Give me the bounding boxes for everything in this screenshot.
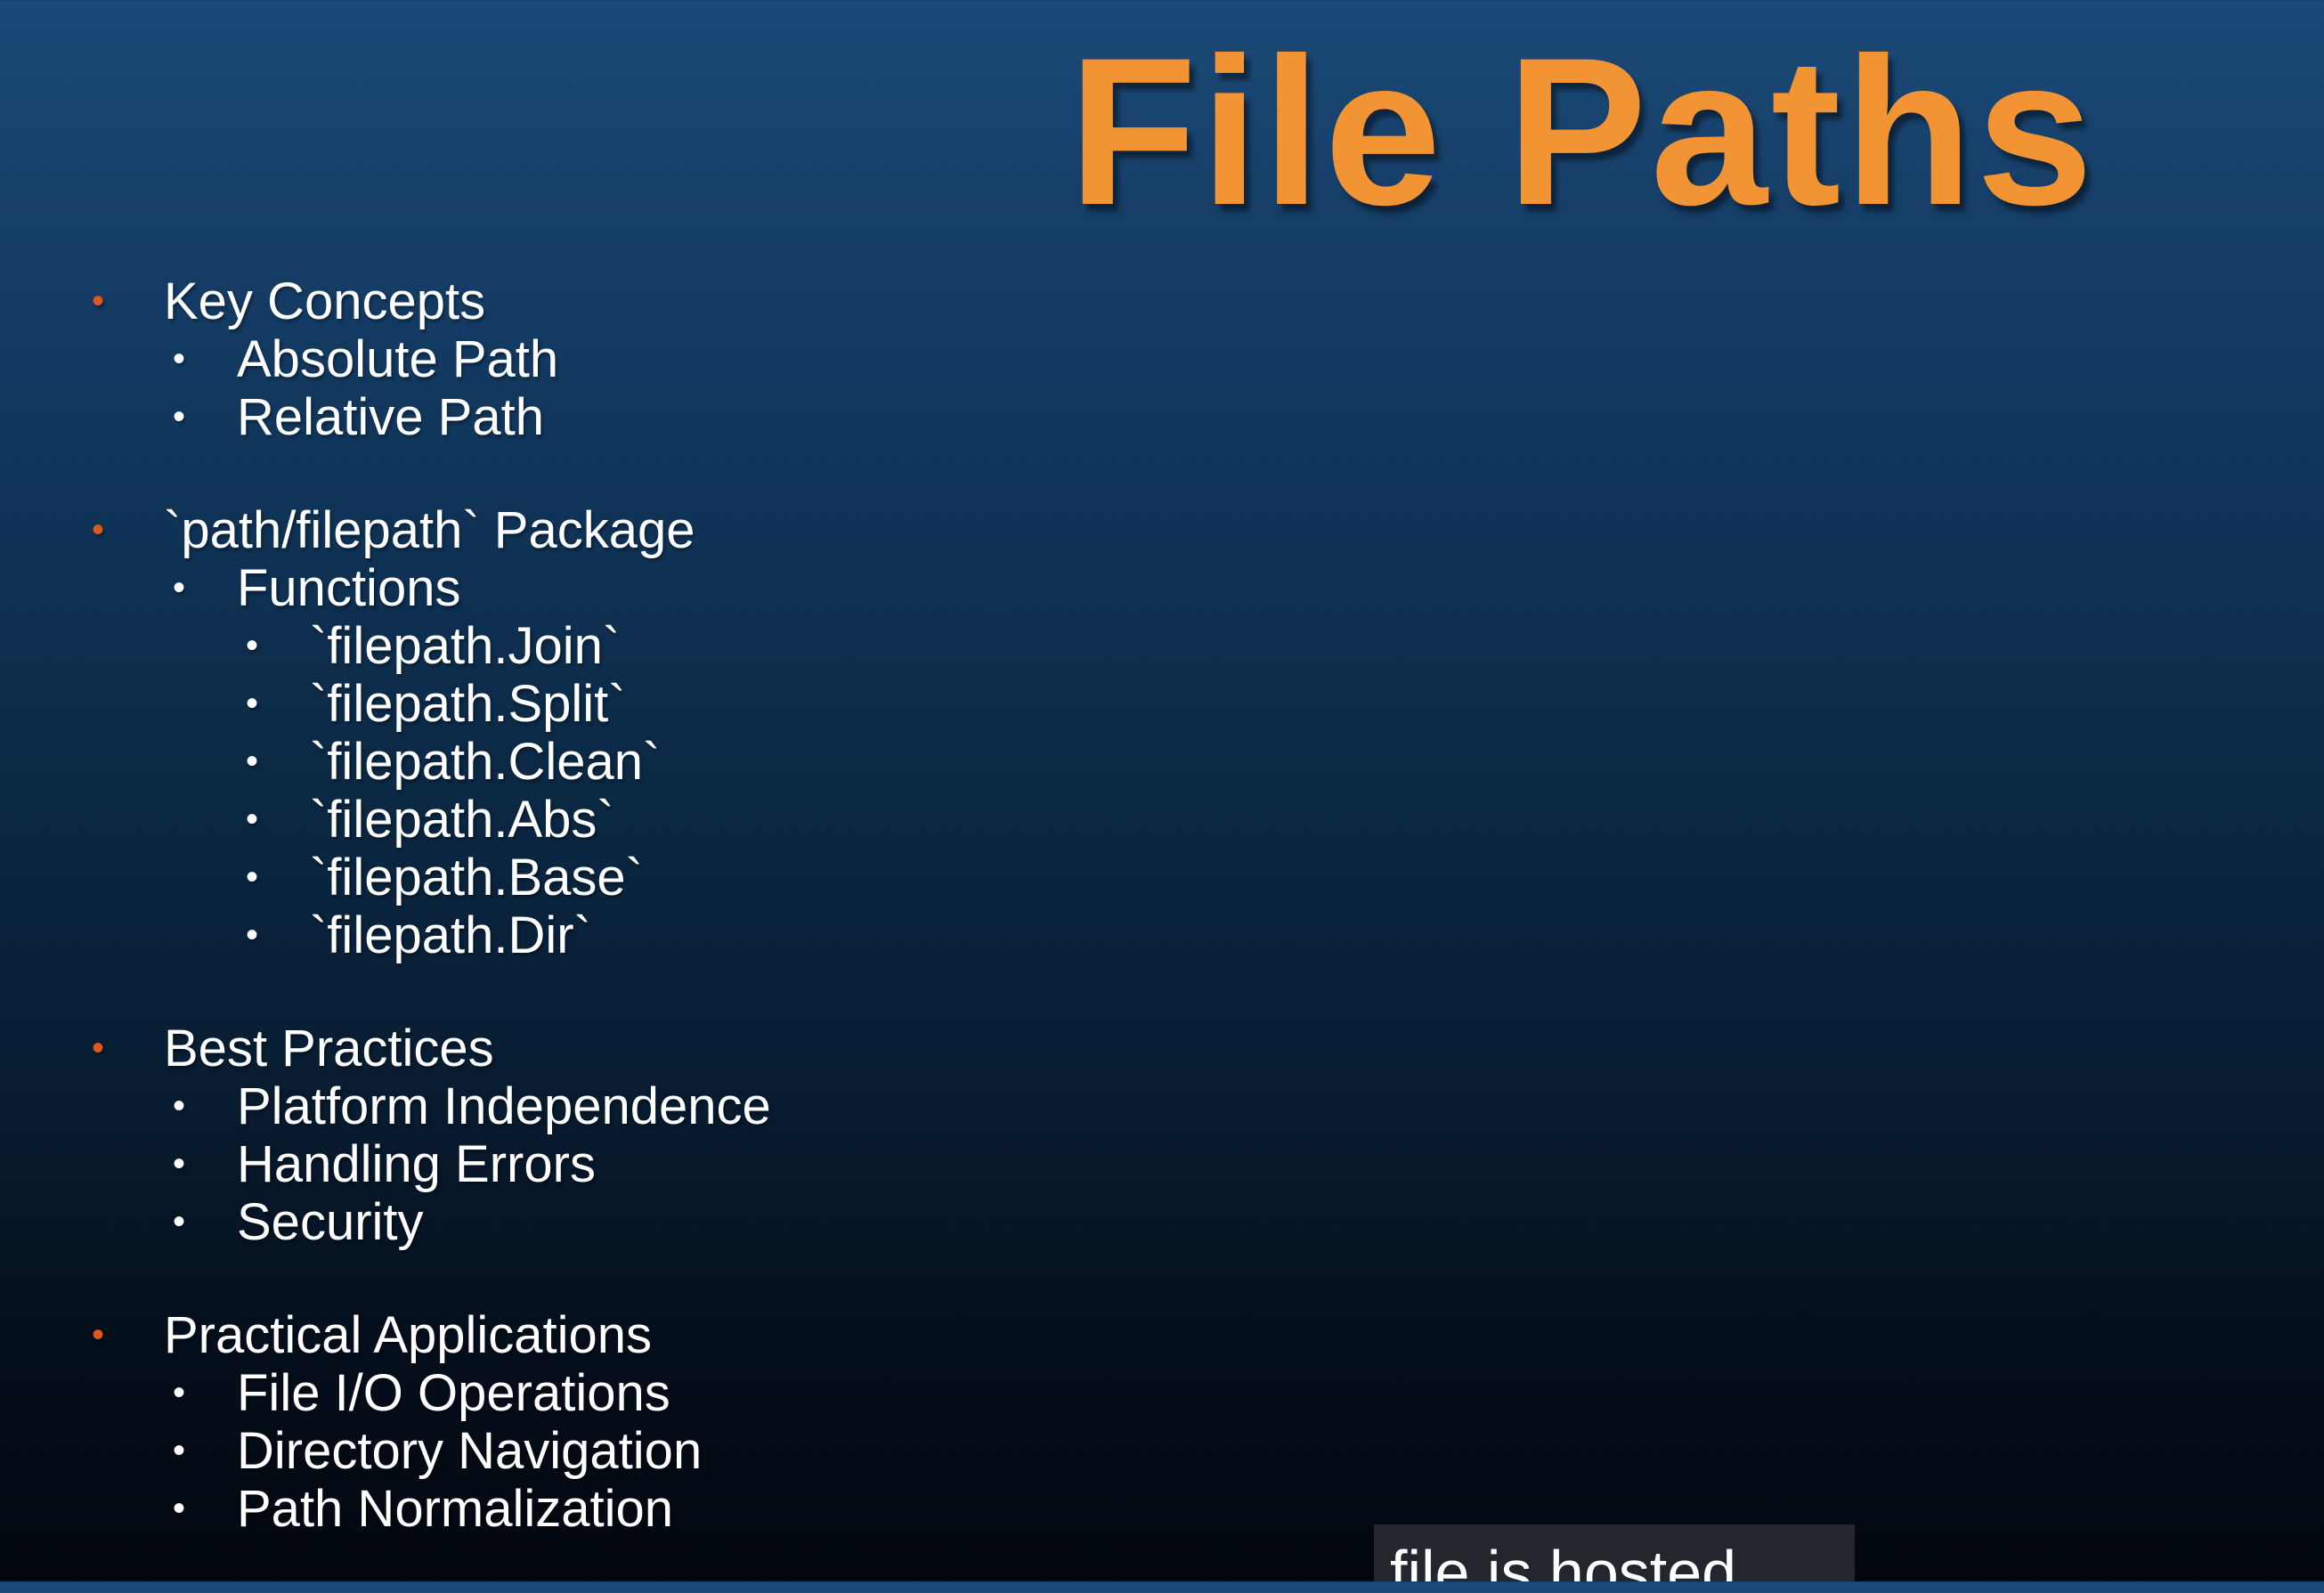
outline-item: • Absolute Path (80, 330, 1327, 388)
bullet-icon: • (172, 1373, 185, 1412)
bullet-icon: • (245, 684, 258, 723)
outline-heading-text: Key Concepts (164, 272, 486, 330)
outline-item-text: Relative Path (237, 388, 544, 446)
bullet-icon: • (172, 1431, 185, 1470)
bullet-icon: • (245, 800, 258, 839)
outline-item: • Handling Errors (80, 1135, 1327, 1193)
outline-item-text: Platform Independence (237, 1077, 771, 1135)
outline-heading: • Practical Applications (80, 1306, 1327, 1364)
outline-subitem: • `filepath.Dir` (80, 906, 1327, 964)
outline-section-key-concepts: • Key Concepts • Absolute Path • Relativ… (80, 272, 1327, 446)
outline-subitem: • `filepath.Clean` (80, 733, 1327, 791)
bullet-icon: • (172, 1202, 185, 1241)
outline-subitem-text: `filepath.Clean` (310, 733, 661, 791)
outline-item-text: Functions (237, 559, 461, 617)
bullet-icon: • (172, 397, 185, 436)
outline-item: • Functions (80, 559, 1327, 617)
outline-item: • Security (80, 1193, 1327, 1251)
outline-item: • Path Normalization (80, 1480, 1327, 1538)
outline-item-text: Security (237, 1193, 424, 1251)
bullet-icon: • (172, 1144, 185, 1183)
bullet-icon: • (245, 857, 258, 897)
outline-item: • Relative Path (80, 388, 1327, 446)
outline-subitem-text: `filepath.Base` (310, 849, 643, 906)
outline-heading-text: `path/filepath` Package (164, 501, 695, 559)
outline-subitem: • `filepath.Split` (80, 675, 1327, 733)
bullet-icon: • (245, 626, 258, 665)
outline-item-text: Directory Navigation (237, 1422, 703, 1480)
bullet-icon: • (245, 915, 258, 955)
outline-subitem: • `filepath.Abs` (80, 791, 1327, 849)
outline-item-text: Handling Errors (237, 1135, 596, 1193)
outline-item: • File I/O Operations (80, 1364, 1327, 1422)
bullet-icon: • (172, 568, 185, 607)
outline-item-text: Path Normalization (237, 1480, 673, 1538)
bullet-icon: • (172, 339, 185, 378)
slide-title: File Paths (1069, 14, 2097, 249)
orange-bullet-icon: • (91, 510, 104, 549)
subtitle-caption: file is hosted (1374, 1524, 1855, 1581)
outline-heading-text: Best Practices (164, 1020, 494, 1077)
bullet-icon: • (172, 1489, 185, 1528)
orange-bullet-icon: • (91, 1028, 104, 1068)
outline-heading-text: Practical Applications (164, 1306, 653, 1364)
bullet-icon: • (245, 742, 258, 781)
slide-outline: • Key Concepts • Absolute Path • Relativ… (80, 272, 1327, 1593)
bullet-icon: • (172, 1086, 185, 1126)
outline-section-filepath-package: • `path/filepath` Package • Functions • … (80, 501, 1327, 964)
outline-subitem: • `filepath.Base` (80, 849, 1327, 906)
outline-subitem-text: `filepath.Dir` (310, 906, 591, 964)
orange-bullet-icon: • (91, 281, 104, 321)
outline-heading: • `path/filepath` Package (80, 501, 1327, 559)
outline-section-best-practices: • Best Practices • Platform Independence… (80, 1020, 1327, 1251)
outline-section-practical-applications: • Practical Applications • File I/O Oper… (80, 1306, 1327, 1538)
outline-heading: • Key Concepts (80, 272, 1327, 330)
outline-item: • Directory Navigation (80, 1422, 1327, 1480)
outline-subitem-text: `filepath.Split` (310, 675, 626, 733)
outline-subitem-text: `filepath.Abs` (310, 791, 614, 849)
outline-subitem-text: `filepath.Join` (310, 617, 621, 675)
orange-bullet-icon: • (91, 1315, 104, 1354)
outline-item-text: Absolute Path (237, 330, 559, 388)
outline-item-text: File I/O Operations (237, 1364, 670, 1422)
outline-subitem: • `filepath.Join` (80, 617, 1327, 675)
outline-heading: • Best Practices (80, 1020, 1327, 1077)
subtitle-caption-text: file is hosted (1390, 1538, 1737, 1581)
outline-item: • Platform Independence (80, 1077, 1327, 1135)
